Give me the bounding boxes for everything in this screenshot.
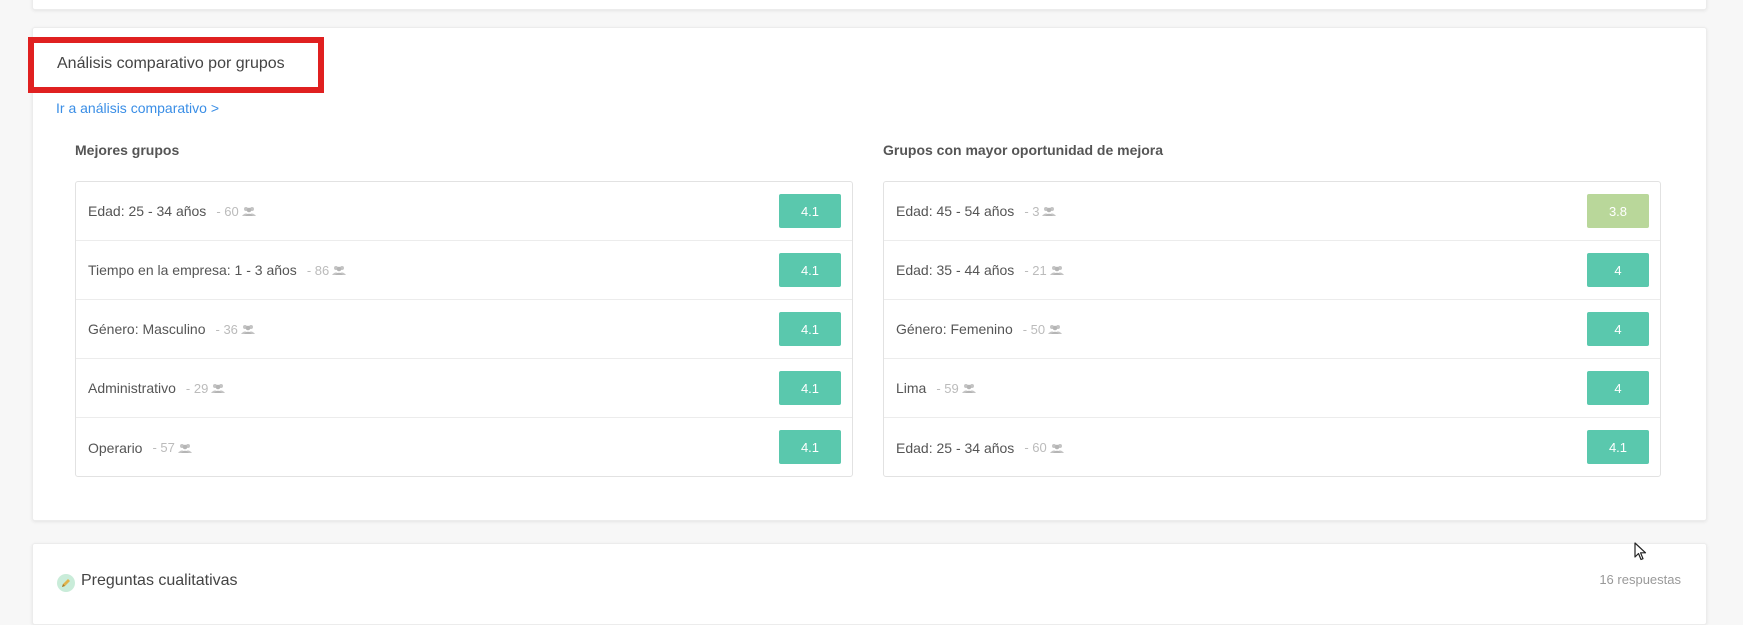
group-count: - 29 xyxy=(186,381,226,396)
mouse-cursor-icon xyxy=(1634,542,1647,561)
improve-groups-title: Grupos con mayor oportunidad de mejora xyxy=(883,142,1164,158)
score-badge: 4 xyxy=(1587,312,1649,346)
group-count: - 3 xyxy=(1024,204,1057,219)
group-count: - 60 xyxy=(1024,440,1064,455)
group-count: - 60 xyxy=(216,204,256,219)
users-icon xyxy=(211,384,226,393)
users-icon xyxy=(1048,325,1063,334)
list-item: Género: Femenino - 50 4 xyxy=(884,300,1660,359)
comparative-analysis-link[interactable]: Ir a análisis comparativo > xyxy=(56,100,219,116)
list-item: Operario - 57 4.1 xyxy=(76,418,852,477)
group-count: - 59 xyxy=(936,381,976,396)
qualitative-questions-title[interactable]: Preguntas cualitativas xyxy=(81,572,238,590)
users-icon xyxy=(177,443,192,453)
score-badge: 4.1 xyxy=(779,371,841,405)
group-label: Género: Masculino xyxy=(88,321,206,337)
users-icon xyxy=(1042,207,1057,216)
users-icon xyxy=(961,384,976,393)
group-count: - 86 xyxy=(307,263,347,278)
group-count: - 21 xyxy=(1024,263,1064,278)
group-label: Edad: 25 - 34 años xyxy=(896,439,1015,456)
users-icon xyxy=(240,325,255,334)
list-item: Edad: 35 - 44 años - 21 4 xyxy=(884,241,1660,300)
group-label: Lima xyxy=(896,380,927,396)
best-groups-list: Edad: 25 - 34 años - 60 4.1 Tiempo en la… xyxy=(75,181,853,477)
users-icon xyxy=(241,207,256,216)
qualitative-questions-card xyxy=(32,543,1707,625)
list-item: Lima - 59 4 xyxy=(884,359,1660,418)
improve-groups-list: Edad: 45 - 54 años - 3 3.8 Edad: 35 - 44… xyxy=(883,181,1661,477)
group-label: Edad: 25 - 34 años xyxy=(88,203,207,219)
score-badge: 3.8 xyxy=(1587,194,1649,228)
group-label: Género: Femenino xyxy=(896,321,1013,337)
score-badge: 4.1 xyxy=(1587,430,1649,464)
pencil-icon xyxy=(57,574,75,592)
score-badge: 4.1 xyxy=(779,430,841,464)
group-count: - 36 xyxy=(216,322,255,337)
list-item: Género: Masculino - 36 4.1 xyxy=(76,300,852,359)
section-title: Análisis comparativo por grupos xyxy=(57,55,285,72)
group-label: Edad: 35 - 44 años xyxy=(896,262,1015,278)
best-groups-title: Mejores grupos xyxy=(75,142,180,158)
users-icon xyxy=(332,266,347,275)
list-item: Administrativo - 29 4.1 xyxy=(76,359,852,418)
score-badge: 4 xyxy=(1587,371,1649,405)
responses-count: 16 respuestas xyxy=(1599,572,1681,587)
group-label: Edad: 45 - 54 años xyxy=(896,203,1015,219)
list-item: Edad: 25 - 34 años - 60 4.1 xyxy=(76,182,852,241)
list-item: Edad: 45 - 54 años - 3 3.8 xyxy=(884,182,1660,241)
group-count: - 57 xyxy=(152,440,192,455)
list-item: Tiempo en la empresa: 1 - 3 años - 86 4.… xyxy=(76,241,852,300)
score-badge: 4.1 xyxy=(779,312,841,346)
group-count: - 50 xyxy=(1023,322,1063,337)
list-item: Edad: 25 - 34 años - 60 4.1 xyxy=(884,418,1660,477)
score-badge: 4.1 xyxy=(779,253,841,287)
group-label: Operario xyxy=(88,439,143,456)
score-badge: 4.1 xyxy=(779,194,841,228)
group-label: Tiempo en la empresa: 1 - 3 años xyxy=(88,262,297,278)
users-icon xyxy=(1049,266,1064,275)
previous-card xyxy=(32,0,1707,10)
users-icon xyxy=(1049,443,1064,453)
group-label: Administrativo xyxy=(88,380,176,396)
score-badge: 4 xyxy=(1587,253,1649,287)
